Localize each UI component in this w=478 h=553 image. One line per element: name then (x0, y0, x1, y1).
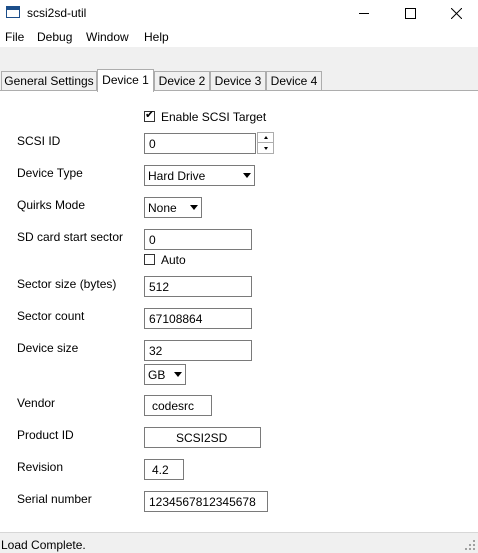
scsi-id-spinner[interactable] (257, 132, 274, 154)
device-type-label: Device Type (17, 166, 83, 180)
device-1-panel: ✔ Enable SCSI Target SCSI ID 0 Device Ty… (0, 90, 478, 532)
device-size-unit-value: GB (148, 368, 166, 382)
minimize-button[interactable] (341, 0, 387, 26)
quirks-mode-label: Quirks Mode (17, 198, 86, 212)
enable-scsi-target-label: Enable SCSI Target (161, 110, 267, 124)
quirks-mode-value: None (148, 201, 177, 215)
sector-count-input[interactable]: 67108864 (144, 308, 252, 329)
tab-device-1[interactable]: Device 1 (97, 69, 154, 92)
menu-file[interactable]: File (5, 30, 24, 44)
status-text: Load Complete. (1, 538, 86, 552)
main-content: General Settings Device 1 Device 2 Devic… (0, 47, 478, 532)
scsi-id-label: SCSI ID (17, 134, 61, 148)
tab-strip: General Settings Device 1 Device 2 Devic… (0, 69, 478, 92)
auto-label: Auto (161, 253, 186, 267)
spin-down-button[interactable] (258, 143, 273, 153)
close-button[interactable] (433, 0, 478, 26)
device-type-select[interactable]: Hard Drive (144, 165, 255, 186)
maximize-icon (404, 7, 416, 19)
minimize-icon (358, 12, 369, 14)
tab-device-2[interactable]: Device 2 (154, 71, 210, 91)
app-icon (6, 6, 20, 18)
tab-device-3[interactable]: Device 3 (210, 71, 266, 91)
sector-size-label: Sector size (bytes) (17, 277, 117, 291)
product-id-label: Product ID (17, 428, 74, 442)
device-size-label: Device size (17, 341, 79, 355)
checkmark-icon: ✔ (145, 108, 155, 121)
sector-size-input[interactable]: 512 (144, 276, 252, 297)
title-bar: scsi2sd-util (0, 0, 478, 26)
chevron-down-icon (190, 205, 198, 210)
sector-count-label: Sector count (17, 309, 85, 323)
menu-debug[interactable]: Debug (37, 30, 72, 44)
serial-number-label: Serial number (17, 492, 92, 506)
quirks-mode-select[interactable]: None (144, 197, 202, 218)
down-arrow-icon (263, 146, 268, 150)
start-sector-label: SD card start sector (17, 230, 124, 244)
resize-grip-icon[interactable] (465, 540, 475, 550)
vendor-input[interactable]: codesrc (144, 395, 212, 416)
menu-window[interactable]: Window (86, 30, 129, 44)
tab-device-4[interactable]: Device 4 (266, 71, 322, 91)
start-sector-input[interactable]: 0 (144, 229, 252, 250)
menu-help[interactable]: Help (144, 30, 169, 44)
vendor-label: Vendor (17, 396, 56, 410)
scsi-id-input[interactable]: 0 (144, 133, 256, 154)
window-title: scsi2sd-util (27, 6, 87, 20)
status-bar: Load Complete. (0, 532, 478, 553)
device-size-input[interactable]: 32 (144, 340, 252, 361)
product-id-input[interactable]: SCSI2SD (144, 427, 261, 448)
spin-up-button[interactable] (258, 133, 273, 143)
revision-label: Revision (17, 460, 64, 474)
chevron-down-icon (174, 372, 182, 377)
close-icon (450, 7, 462, 19)
serial-number-input[interactable]: 1234567812345678 (144, 491, 268, 512)
device-size-unit-select[interactable]: GB (144, 364, 186, 385)
auto-checkbox[interactable] (144, 254, 155, 265)
device-type-value: Hard Drive (148, 169, 206, 183)
maximize-button[interactable] (387, 0, 433, 26)
revision-input[interactable]: 4.2 (144, 459, 184, 480)
tab-general-settings[interactable]: General Settings (1, 71, 97, 91)
chevron-down-icon (243, 173, 251, 178)
menu-bar: File Debug Window Help (0, 27, 478, 47)
enable-scsi-target-checkbox[interactable]: ✔ (144, 108, 155, 122)
up-arrow-icon (263, 136, 268, 139)
